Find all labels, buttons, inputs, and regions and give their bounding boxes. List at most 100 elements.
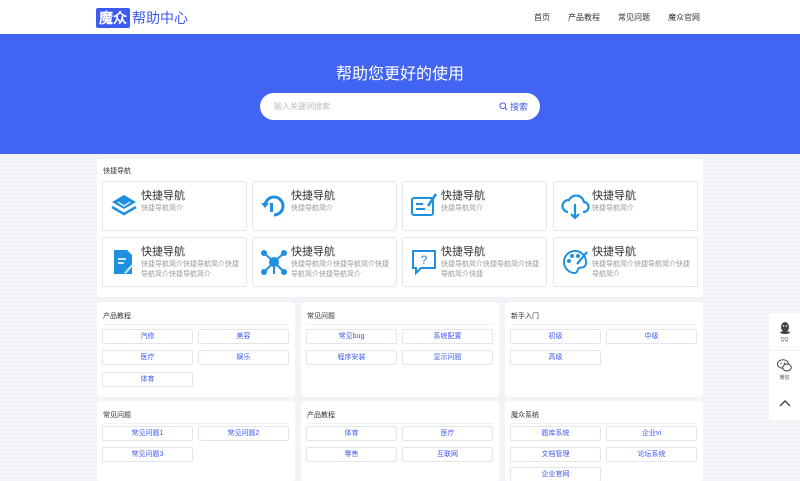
- network-icon: [261, 250, 287, 275]
- category-title: 产品教程: [307, 412, 335, 419]
- menu-item-home[interactable]: 首页: [534, 12, 550, 23]
- category-tag[interactable]: 企业vi: [606, 426, 697, 441]
- category-tag[interactable]: 常见问题3: [102, 447, 193, 462]
- category-tag[interactable]: 论坛系统: [606, 447, 697, 462]
- quick-nav-card-desc: 快捷导航简介: [141, 205, 183, 212]
- quick-nav-card-title: 快捷导航: [592, 190, 636, 202]
- back-to-top-button[interactable]: [769, 385, 800, 420]
- logo[interactable]: 魔众 帮助中心: [96, 7, 188, 28]
- layers-icon: [111, 195, 137, 216]
- quick-nav-card[interactable]: 快捷导航 快捷导航简介: [402, 181, 547, 231]
- quick-nav-card-desc: 快捷导航简介: [592, 205, 634, 212]
- category-title: 魔众系统: [511, 412, 539, 419]
- divider: [307, 423, 493, 424]
- category-panel: 产品教程 汽修 美容 医疗 娱乐 体育: [97, 302, 295, 397]
- divider: [307, 324, 493, 325]
- category-tag[interactable]: 互联网: [402, 447, 493, 462]
- top-navbar: 魔众 帮助中心 首页 产品教程 常见问题 魔众官网: [0, 0, 800, 34]
- category-tag[interactable]: 常见bug: [306, 329, 397, 344]
- help-bubble-icon: ?: [412, 250, 436, 276]
- divider: [511, 324, 697, 325]
- wechat-contact-button[interactable]: 微信: [769, 351, 800, 388]
- wechat-label: 微信: [779, 374, 790, 381]
- category-panel: 常见问题 常见问题1 常见问题2 常见问题3: [97, 401, 295, 481]
- svg-text:?: ?: [421, 253, 428, 267]
- logo-text: 帮助中心: [132, 9, 188, 26]
- logo-mark: 魔众: [96, 7, 130, 28]
- category-title: 产品教程: [103, 313, 131, 320]
- category-tag[interactable]: 零售: [306, 447, 397, 462]
- quick-nav-card-title: 快捷导航: [291, 246, 335, 258]
- category-tag[interactable]: 常见问题2: [198, 426, 289, 441]
- menu-item-official-site[interactable]: 魔众官网: [668, 12, 700, 23]
- main-menu: 首页 产品教程 常见问题 魔众官网: [516, 12, 700, 23]
- qq-label: QQ: [780, 336, 789, 343]
- category-tag[interactable]: 显示问题: [402, 350, 493, 365]
- hero-banner: 帮助您更好的使用 搜索: [0, 34, 800, 154]
- search-icon: [499, 102, 508, 111]
- quick-nav-card-desc: 快捷导航简介快捷导航简介快捷导航简介快捷: [441, 261, 539, 278]
- quick-nav-card-desc: 快捷导航简介快捷导航简介快捷导航简介快捷导航简介: [141, 261, 239, 278]
- category-tag[interactable]: 体育: [306, 426, 397, 441]
- quick-nav-card[interactable]: 快捷导航 快捷导航简介: [553, 181, 698, 231]
- quick-nav-card[interactable]: 快捷导航 快捷导航简介快捷导航简介快捷导航简介: [553, 237, 698, 287]
- category-tag[interactable]: 医疗: [402, 426, 493, 441]
- category-tag[interactable]: 程序安装: [306, 350, 397, 365]
- category-tag[interactable]: 医疗: [102, 350, 193, 365]
- category-tag[interactable]: 常见问题1: [102, 426, 193, 441]
- category-tag[interactable]: 题库系统: [510, 426, 601, 441]
- category-tag[interactable]: 娱乐: [198, 350, 289, 365]
- edit-form-icon: [411, 193, 438, 216]
- quick-nav-card-title: 快捷导航: [441, 246, 485, 258]
- quick-nav-card-title: 快捷导航: [141, 246, 185, 258]
- quick-nav-card-desc: 快捷导航简介快捷导航简介快捷导航简介快捷导航简介: [291, 261, 389, 278]
- category-tag[interactable]: 体育: [102, 372, 193, 387]
- search-bar: 搜索: [260, 93, 540, 120]
- category-panel: 魔众系统 题库系统 企业vi 文档管理 论坛系统 企业官网: [505, 401, 703, 481]
- quick-nav-card[interactable]: 快捷导航 快捷导航简介: [252, 181, 397, 231]
- quick-nav-card[interactable]: 快捷导航 快捷导航简介快捷导航简介快捷导航简介快捷导航简介: [102, 237, 247, 287]
- category-tag[interactable]: 美容: [198, 329, 289, 344]
- quick-nav-card-title: 快捷导航: [441, 190, 485, 202]
- quick-nav-card-title: 快捷导航: [291, 190, 335, 202]
- search-input[interactable]: [274, 93, 474, 120]
- divider: [103, 423, 289, 424]
- category-tag[interactable]: 汽修: [102, 329, 193, 344]
- qq-icon: [779, 321, 790, 334]
- category-tag[interactable]: 企业官网: [510, 467, 601, 481]
- qq-contact-button[interactable]: QQ: [769, 313, 800, 350]
- menu-item-tutorials[interactable]: 产品教程: [568, 12, 600, 23]
- divider: [511, 423, 697, 424]
- category-tag[interactable]: 高级: [510, 350, 601, 365]
- hero-title: 帮助您更好的使用: [335, 66, 464, 83]
- category-title: 常见问题: [307, 313, 335, 320]
- cloud-download-icon: [561, 194, 590, 220]
- quick-nav-panel: 快捷导航 快捷导航 快捷导航简介 快捷导航 快捷导航简介 快捷导航 快捷导航简介: [97, 159, 703, 297]
- category-tag[interactable]: 初级: [510, 329, 601, 344]
- quick-nav-card[interactable]: 快捷导航 快捷导航简介快捷导航简介快捷导航简介快捷导航简介: [252, 237, 397, 287]
- quick-nav-card-desc: 快捷导航简介快捷导航简介快捷导航简介: [592, 261, 690, 278]
- category-panel: 常见问题 常见bug 系统配置 程序安装 显示问题: [301, 302, 499, 397]
- divider: [103, 324, 289, 325]
- category-tag[interactable]: 中级: [606, 329, 697, 344]
- quick-nav-card[interactable]: 快捷导航 快捷导航简介: [102, 181, 247, 231]
- chevron-up-icon: [779, 399, 790, 406]
- quick-nav-title: 快捷导航: [103, 168, 131, 175]
- palette-icon: [563, 249, 588, 275]
- category-tag[interactable]: 文档管理: [510, 447, 601, 462]
- quick-nav-card-title: 快捷导航: [141, 190, 185, 202]
- menu-item-faq[interactable]: 常见问题: [618, 12, 650, 23]
- category-panel: 新手入门 初级 中级 高级: [505, 302, 703, 397]
- document-edit-icon: [114, 250, 137, 274]
- category-title: 新手入门: [511, 313, 539, 320]
- quick-nav-card-desc: 快捷导航简介: [291, 205, 333, 212]
- refresh-icon: [261, 195, 285, 217]
- category-panel: 产品教程 体育 医疗 零售 互联网: [301, 401, 499, 481]
- quick-nav-card[interactable]: ? 快捷导航 快捷导航简介快捷导航简介快捷导航简介快捷: [402, 237, 547, 287]
- quick-nav-card-title: 快捷导航: [592, 246, 636, 258]
- search-button-label: 搜索: [509, 102, 528, 112]
- search-button[interactable]: 搜索: [499, 100, 528, 113]
- category-title: 常见问题: [103, 412, 131, 419]
- category-tag[interactable]: 系统配置: [402, 329, 493, 344]
- wechat-icon: [777, 358, 792, 371]
